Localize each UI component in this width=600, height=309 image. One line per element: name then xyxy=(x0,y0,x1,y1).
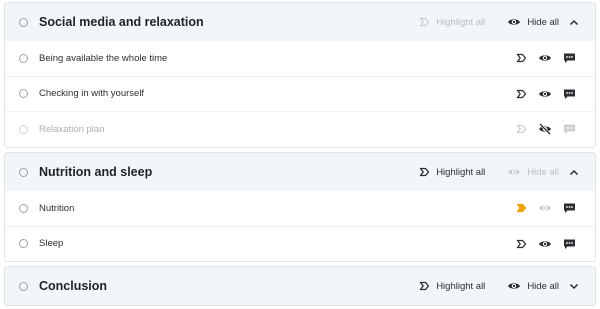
section-header[interactable]: Conclusion Highlight all Hide all xyxy=(5,267,595,305)
highlight-all-label: Highlight all xyxy=(436,166,486,178)
eye-icon[interactable] xyxy=(538,53,552,63)
highlight-tag-icon[interactable] xyxy=(516,53,527,63)
eye-icon[interactable] xyxy=(538,89,552,99)
highlight-tag-icon[interactable] xyxy=(516,239,527,249)
item-radio[interactable] xyxy=(19,89,28,99)
item-label: Being available the whole time xyxy=(39,52,168,64)
section-header[interactable]: Nutrition and sleep Highlight all Hide a… xyxy=(5,153,595,191)
item-radio[interactable] xyxy=(19,203,28,213)
highlight-tag-icon[interactable] xyxy=(516,203,527,213)
highlight-all-label: Highlight all xyxy=(436,16,486,28)
highlight-all-button[interactable]: Highlight all xyxy=(419,281,485,292)
highlight-all-label: Highlight all xyxy=(436,280,486,292)
item-radio[interactable] xyxy=(19,53,28,63)
item-label: Nutrition xyxy=(39,202,75,214)
eye-icon xyxy=(507,17,521,27)
highlight-all-button[interactable]: Highlight all xyxy=(419,167,485,178)
chevron-up-icon[interactable] xyxy=(569,169,579,176)
content-visibility-panel: Social media and relaxation Highlight al… xyxy=(0,0,600,309)
section-conclusion: Conclusion Highlight all Hide all xyxy=(4,266,596,306)
section-title: Nutrition and sleep xyxy=(39,165,153,179)
item-label: Sleep xyxy=(39,238,64,250)
highlight-tag-icon xyxy=(419,167,430,177)
item-label: Relaxation plan xyxy=(39,123,105,135)
item-radio[interactable] xyxy=(19,124,28,134)
list-item[interactable]: Being available the whole time xyxy=(5,41,595,76)
hide-all-button[interactable]: Hide all xyxy=(507,167,559,178)
highlight-tag-icon xyxy=(419,281,430,291)
eye-icon xyxy=(507,167,521,177)
hide-all-label: Hide all xyxy=(527,16,559,28)
eye-icon[interactable] xyxy=(538,203,552,213)
hide-all-label: Hide all xyxy=(527,280,559,292)
comment-icon[interactable] xyxy=(563,123,576,135)
chevron-down-icon[interactable] xyxy=(569,283,579,290)
section-header[interactable]: Social media and relaxation Highlight al… xyxy=(5,3,595,41)
section-radio[interactable] xyxy=(19,17,28,27)
eye-off-icon[interactable] xyxy=(538,123,552,136)
section-radio[interactable] xyxy=(19,281,28,291)
hide-all-button[interactable]: Hide all xyxy=(507,281,559,292)
highlight-tag-icon[interactable] xyxy=(516,89,527,99)
eye-icon[interactable] xyxy=(538,239,552,249)
comment-icon[interactable] xyxy=(563,88,576,100)
comment-icon[interactable] xyxy=(563,52,576,64)
list-item[interactable]: Checking in with yourself xyxy=(5,75,595,112)
section-social-media: Social media and relaxation Highlight al… xyxy=(4,2,596,148)
highlight-all-button[interactable]: Highlight all xyxy=(419,17,485,28)
comment-icon[interactable] xyxy=(563,202,576,214)
section-title: Conclusion xyxy=(39,279,108,293)
highlight-tag-icon[interactable] xyxy=(516,124,527,134)
section-radio[interactable] xyxy=(19,167,28,177)
item-radio[interactable] xyxy=(19,239,28,249)
list-item[interactable]: Relaxation plan xyxy=(5,111,595,147)
highlight-tag-icon xyxy=(419,17,430,27)
eye-icon xyxy=(507,281,521,291)
section-title: Social media and relaxation xyxy=(39,15,204,29)
comment-icon[interactable] xyxy=(563,238,576,250)
hide-all-label: Hide all xyxy=(527,166,559,178)
list-item[interactable]: Sleep xyxy=(5,225,595,262)
section-actions: Highlight all Hide all xyxy=(419,153,579,191)
item-label: Checking in with yourself xyxy=(39,88,145,100)
section-nutrition-sleep: Nutrition and sleep Highlight all Hide a… xyxy=(4,152,596,262)
section-actions: Highlight all Hide all xyxy=(419,3,579,41)
section-actions: Highlight all Hide all xyxy=(419,267,579,305)
chevron-up-icon[interactable] xyxy=(569,19,579,26)
list-item[interactable]: Nutrition xyxy=(5,191,595,226)
hide-all-button[interactable]: Hide all xyxy=(507,17,559,28)
